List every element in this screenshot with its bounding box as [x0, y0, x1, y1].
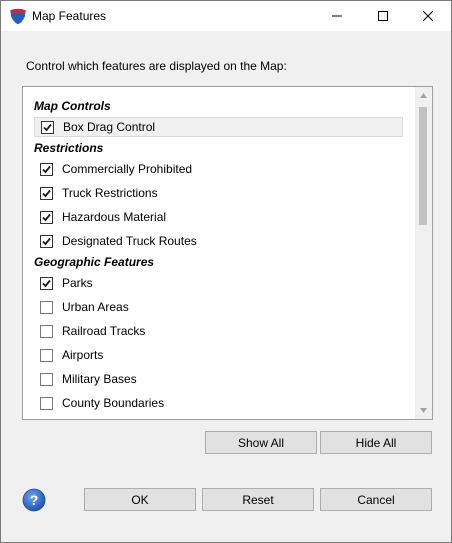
group-header: Map Controls — [34, 99, 111, 113]
feature-item-label: Hazardous Material — [62, 210, 167, 224]
feature-item-label: Urban Areas — [62, 300, 129, 314]
checkbox-checked[interactable] — [40, 210, 53, 224]
feature-item[interactable]: Military Bases — [34, 369, 403, 389]
checkbox-unchecked[interactable] — [40, 396, 53, 410]
minimize-button[interactable] — [314, 1, 360, 31]
scroll-down-button[interactable] — [415, 402, 432, 419]
group-header: Geographic Features — [34, 255, 155, 269]
dialog-description: Control which features are displayed on … — [26, 59, 287, 73]
cancel-button[interactable]: Cancel — [320, 488, 432, 511]
feature-item-label: Designated Truck Routes — [62, 234, 197, 248]
checkbox-unchecked[interactable] — [40, 348, 53, 362]
show-all-button[interactable]: Show All — [205, 431, 317, 454]
scroll-up-icon — [420, 93, 427, 98]
checkbox-unchecked[interactable] — [40, 372, 53, 386]
feature-item[interactable]: Parks — [34, 273, 403, 293]
maximize-button[interactable] — [360, 1, 406, 31]
feature-item[interactable]: Commercially Prohibited — [34, 159, 403, 179]
checkbox-unchecked[interactable] — [40, 300, 53, 314]
checkbox-checked[interactable] — [40, 276, 53, 290]
feature-item[interactable]: Box Drag Control — [34, 117, 403, 137]
feature-item[interactable]: Urban Areas — [34, 297, 403, 317]
checkbox-checked[interactable] — [40, 162, 53, 176]
feature-item[interactable]: Designated Truck Routes — [34, 231, 403, 251]
checkmark-icon — [42, 165, 51, 173]
checkmark-icon — [43, 123, 52, 131]
checkbox-checked[interactable] — [40, 234, 53, 248]
close-button[interactable] — [405, 1, 451, 31]
vertical-scrollbar[interactable] — [415, 87, 432, 419]
feature-item-label: County Boundaries — [62, 396, 165, 410]
title-bar[interactable]: Map Features — [1, 1, 451, 31]
group-header: Restrictions — [34, 141, 104, 155]
checkmark-icon — [42, 279, 51, 287]
close-icon — [423, 11, 433, 21]
feature-item-label: Truck Restrictions — [62, 186, 158, 200]
reset-button[interactable]: Reset — [202, 488, 314, 511]
feature-item-label: Parks — [62, 276, 93, 290]
feature-item[interactable]: County Boundaries — [34, 393, 403, 413]
checkmark-icon — [42, 237, 51, 245]
checkmark-icon — [42, 189, 51, 197]
map-features-dialog: Map Features Control which features are … — [0, 0, 452, 543]
feature-item[interactable]: Airports — [34, 345, 403, 365]
help-icon[interactable]: ? — [22, 488, 46, 512]
app-shield-icon — [9, 8, 27, 25]
feature-item-label: Military Bases — [62, 372, 137, 386]
checkbox-checked[interactable] — [41, 120, 54, 134]
feature-item[interactable]: Truck Restrictions — [34, 183, 403, 203]
checkbox-unchecked[interactable] — [40, 324, 53, 338]
feature-item-label: Airports — [62, 348, 104, 362]
ok-button[interactable]: OK — [84, 488, 196, 511]
hide-all-button[interactable]: Hide All — [320, 431, 432, 454]
feature-item-label: Commercially Prohibited — [62, 162, 193, 176]
feature-item-label: Railroad Tracks — [62, 324, 146, 338]
features-list[interactable]: Map Controls Box Drag Control Restrictions… — [22, 86, 433, 420]
feature-item[interactable]: Hazardous Material — [34, 207, 403, 227]
scroll-down-icon — [420, 408, 427, 413]
checkmark-icon — [42, 213, 51, 221]
feature-item-label: Box Drag Control — [63, 120, 156, 134]
feature-item[interactable]: Railroad Tracks — [34, 321, 403, 341]
maximize-icon — [378, 11, 388, 21]
minimize-icon — [332, 15, 342, 17]
window-title: Map Features — [32, 9, 107, 23]
svg-text:?: ? — [30, 492, 39, 508]
checkbox-checked[interactable] — [40, 186, 53, 200]
scroll-thumb[interactable] — [419, 107, 427, 225]
scroll-up-button[interactable] — [415, 87, 432, 104]
